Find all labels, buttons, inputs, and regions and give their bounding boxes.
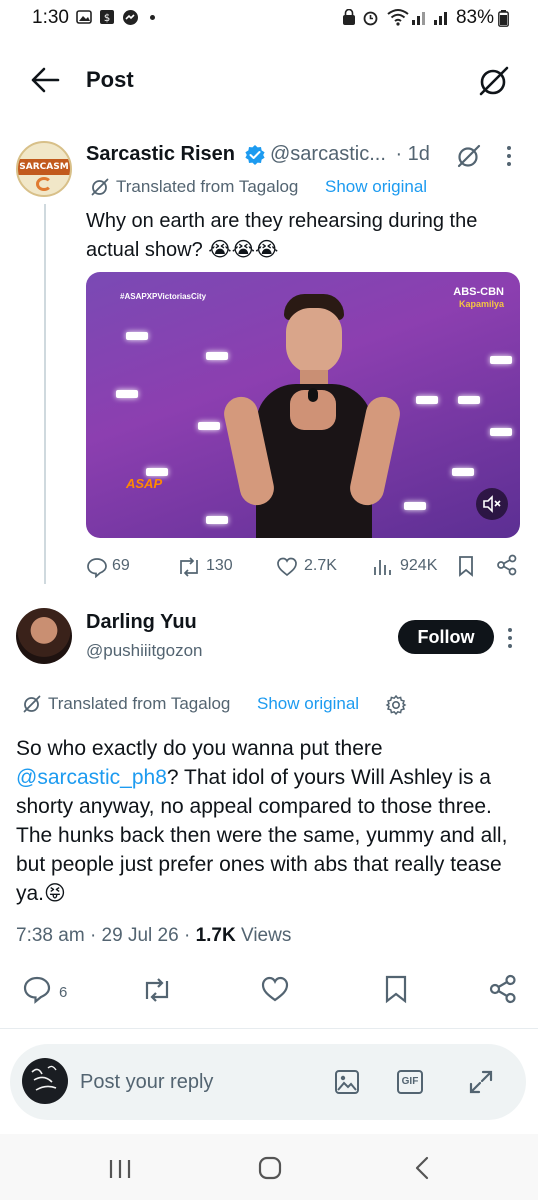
wifi-icon	[386, 8, 410, 26]
mention-link[interactable]: @sarcastic_ph8	[16, 766, 167, 789]
stage-light	[116, 390, 138, 398]
status-bar: 1:30 $ 83%	[0, 0, 538, 36]
heart-icon	[276, 556, 298, 578]
battery-percent: 83%	[455, 7, 494, 28]
post-age: · 1d	[395, 143, 430, 165]
gif-label: GIF	[401, 1076, 419, 1087]
translated-label: Translated from Tagalog	[116, 177, 299, 196]
channel-logo: ABS-CBN Kapamilya	[453, 286, 504, 310]
stage-light	[404, 502, 426, 510]
signal-icon	[412, 9, 452, 25]
heart-icon[interactable]	[260, 975, 290, 1003]
more-notifications-dot	[150, 15, 155, 20]
status-time: 1:30	[32, 7, 69, 28]
handle-text: @sarcastic...	[270, 143, 386, 165]
reply-input-placeholder[interactable]: Post your reply	[80, 1071, 213, 1094]
post-timestamp[interactable]: 7:38 am · 29 Jul 26 · 1.7K Views	[16, 925, 291, 947]
grok-icon[interactable]	[477, 64, 511, 98]
separator-dot: ·	[89, 925, 102, 946]
author-handle[interactable]: @sarcastic... · 1d	[270, 143, 430, 166]
recent-apps-icon[interactable]	[107, 1158, 133, 1180]
gallery-notification-icon	[76, 9, 92, 25]
thread-line	[44, 204, 46, 584]
repost-count: 130	[206, 557, 233, 574]
stage-light	[126, 332, 148, 340]
verified-badge-icon	[244, 144, 266, 166]
alarm-icon	[362, 9, 379, 26]
bookmark-icon[interactable]	[383, 974, 409, 1004]
stage-light	[490, 428, 512, 436]
reply-author-avatar[interactable]	[16, 608, 72, 664]
mute-button[interactable]	[476, 488, 508, 520]
reply-action[interactable]: 6	[22, 974, 82, 1006]
reply-icon	[22, 974, 52, 1004]
translation-settings-gear-icon[interactable]	[385, 694, 407, 716]
channel-logo-text: ABS-CBN	[453, 286, 504, 298]
speaker-muted-icon	[482, 495, 502, 513]
system-nav-bar	[0, 1134, 538, 1200]
view-count: 924K	[400, 557, 438, 574]
reply-author-name[interactable]: Darling Yuu	[86, 611, 197, 634]
repost-icon[interactable]	[140, 976, 174, 1004]
stage-light	[206, 352, 228, 360]
expand-icon[interactable]	[467, 1068, 495, 1096]
views-label: Views	[240, 925, 292, 946]
reply-count: 69	[112, 557, 130, 574]
show-original-link[interactable]: Show original	[325, 177, 427, 197]
home-icon[interactable]	[258, 1156, 282, 1180]
stage-light	[416, 396, 438, 404]
divider	[0, 1028, 538, 1029]
performer-figure	[220, 294, 404, 538]
stage-light	[198, 422, 220, 430]
image-icon[interactable]	[334, 1069, 360, 1095]
current-user-avatar[interactable]	[22, 1058, 68, 1104]
reply-text: So who exactly do you wanna put there @s…	[16, 734, 526, 908]
post-text: Why on earth are they rehearsing during …	[86, 210, 478, 261]
video-player[interactable]: #ASAPXPVictoriasCity ABS-CBN Kapamilya A…	[86, 272, 520, 538]
page-title: Post	[86, 67, 134, 92]
stage-light	[458, 396, 480, 404]
grok-icon[interactable]	[456, 143, 482, 169]
like-count: 2.7K	[304, 557, 337, 574]
reply-author-handle[interactable]: @pushiiitgozon	[86, 641, 203, 661]
more-options-icon[interactable]	[505, 145, 513, 167]
author-avatar[interactable]: SARCASM	[16, 141, 72, 197]
bookmark-icon[interactable]	[457, 555, 475, 577]
show-logo: ASAP	[126, 476, 163, 491]
back-nav-icon[interactable]	[414, 1156, 430, 1180]
share-icon[interactable]	[488, 974, 518, 1004]
lock-icon	[342, 9, 356, 26]
video-hashtag-overlay: #ASAPXPVictoriasCity	[120, 292, 207, 301]
back-arrow-icon[interactable]	[30, 66, 60, 94]
post-time: 7:38 am	[16, 925, 85, 946]
translated-label: Translated from Tagalog	[48, 694, 231, 713]
show-original-link[interactable]: Show original	[257, 694, 359, 714]
stage-light	[206, 516, 228, 524]
stage-light	[146, 468, 168, 476]
reply-icon	[86, 556, 108, 578]
shop-notification-icon: $	[99, 9, 115, 25]
avatar-logo-mark	[36, 177, 52, 191]
stage-light	[490, 356, 512, 364]
reply-text-start: So who exactly do you wanna put there	[16, 737, 383, 760]
author-name[interactable]: Sarcastic Risen	[86, 143, 235, 166]
post-date: 29 Jul 26	[101, 925, 179, 946]
translate-icon	[22, 694, 42, 714]
reply-count: 6	[59, 984, 68, 1001]
repost-icon	[176, 556, 202, 578]
views-icon	[372, 557, 392, 577]
separator-dot: ·	[183, 925, 196, 946]
more-options-icon[interactable]	[506, 627, 514, 649]
translate-icon	[90, 177, 110, 197]
messenger-notification-icon	[122, 9, 139, 26]
avatar-brand-text: SARCASM	[18, 159, 70, 175]
share-icon[interactable]	[496, 554, 518, 576]
channel-logo-sub: Kapamilya	[458, 299, 504, 309]
stage-light	[452, 468, 474, 476]
gif-button[interactable]: GIF	[397, 1070, 423, 1094]
follow-button[interactable]: Follow	[398, 620, 494, 654]
views-count: 1.7K	[195, 925, 236, 946]
svg-text:$: $	[104, 13, 110, 24]
battery-icon	[498, 10, 509, 27]
